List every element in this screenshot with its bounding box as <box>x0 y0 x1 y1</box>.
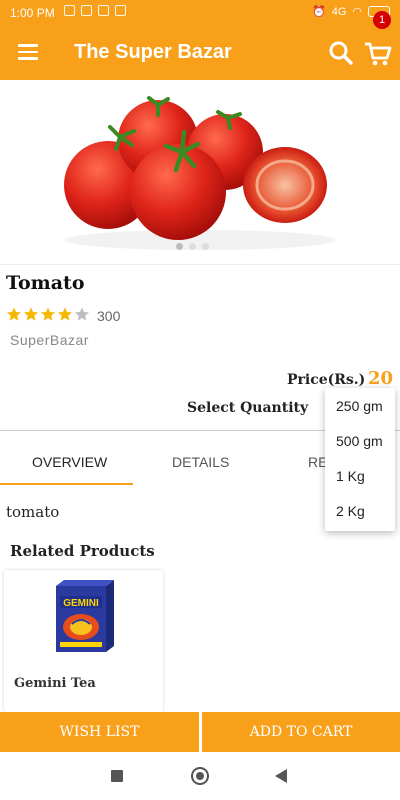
overview-text: tomato <box>6 503 60 521</box>
carousel-dot[interactable] <box>176 243 183 250</box>
wifi-icon: ◠ <box>352 6 362 18</box>
wish-list-button[interactable]: WISH LIST <box>0 712 199 752</box>
seller-name: SuperBazar <box>10 332 89 348</box>
notification-icons <box>64 5 126 16</box>
product-image-carousel[interactable] <box>0 80 400 265</box>
cart-icon[interactable] <box>364 40 392 68</box>
carousel-dot[interactable] <box>189 243 196 250</box>
related-product-name: Gemini Tea <box>14 676 96 691</box>
star-filled-icon <box>41 307 55 321</box>
carousel-dot[interactable] <box>202 243 209 250</box>
app-bar: The Super Bazar <box>0 26 400 80</box>
rating-count: 300 <box>97 308 121 324</box>
status-bar: 1:00 PM ⏰ 4G ◠ <box>0 0 400 26</box>
product-name: Tomato <box>6 272 85 294</box>
gemini-brand-text: GEMINI <box>63 598 99 609</box>
price-label: Price(Rs.) <box>287 372 366 388</box>
quantity-option[interactable]: 2 Kg <box>336 503 365 519</box>
notification-icon <box>115 5 126 16</box>
tab-overview[interactable]: OVERVIEW <box>32 454 107 470</box>
recents-icon[interactable] <box>111 770 123 782</box>
add-to-cart-button[interactable]: ADD TO CART <box>202 712 400 752</box>
bottom-action-bar: WISH LIST ADD TO CART <box>0 712 400 752</box>
tomato-image <box>64 96 335 250</box>
search-icon[interactable] <box>328 40 354 66</box>
tab-details[interactable]: DETAILS <box>172 454 229 470</box>
quantity-option[interactable]: 500 gm <box>336 433 383 449</box>
select-quantity-label[interactable]: Select Quantity <box>187 400 308 416</box>
active-tab-indicator <box>0 483 133 485</box>
network-label: 4G <box>331 5 347 18</box>
star-filled-icon <box>58 307 72 321</box>
status-time: 1:00 PM <box>10 6 55 20</box>
system-navigation-bar <box>0 752 400 800</box>
related-products-title: Related Products <box>10 542 155 560</box>
cart-count-badge: 1 <box>373 11 391 29</box>
alarm-icon: ⏰ <box>312 6 326 18</box>
quantity-dropdown: 250 gm 500 gm 1 Kg 2 Kg <box>325 388 395 531</box>
gemini-tea-image: GEMINI <box>56 580 114 652</box>
app-title: The Super Bazar <box>74 41 232 63</box>
related-product-card[interactable]: GEMINI Gemini Tea <box>4 570 163 712</box>
star-filled-icon <box>7 307 21 321</box>
back-icon[interactable] <box>275 769 287 783</box>
carousel-dots <box>176 243 209 250</box>
notification-icon <box>81 5 92 16</box>
notification-icon <box>64 5 75 16</box>
hamburger-menu-icon[interactable] <box>18 44 38 60</box>
home-icon[interactable] <box>191 767 209 785</box>
quantity-option[interactable]: 1 Kg <box>336 468 365 484</box>
rating-stars <box>6 306 90 322</box>
price-value: 20 <box>368 368 394 389</box>
quantity-option[interactable]: 250 gm <box>336 398 383 414</box>
notification-icon <box>98 5 109 16</box>
star-filled-icon <box>24 307 38 321</box>
star-empty-icon <box>75 307 89 321</box>
